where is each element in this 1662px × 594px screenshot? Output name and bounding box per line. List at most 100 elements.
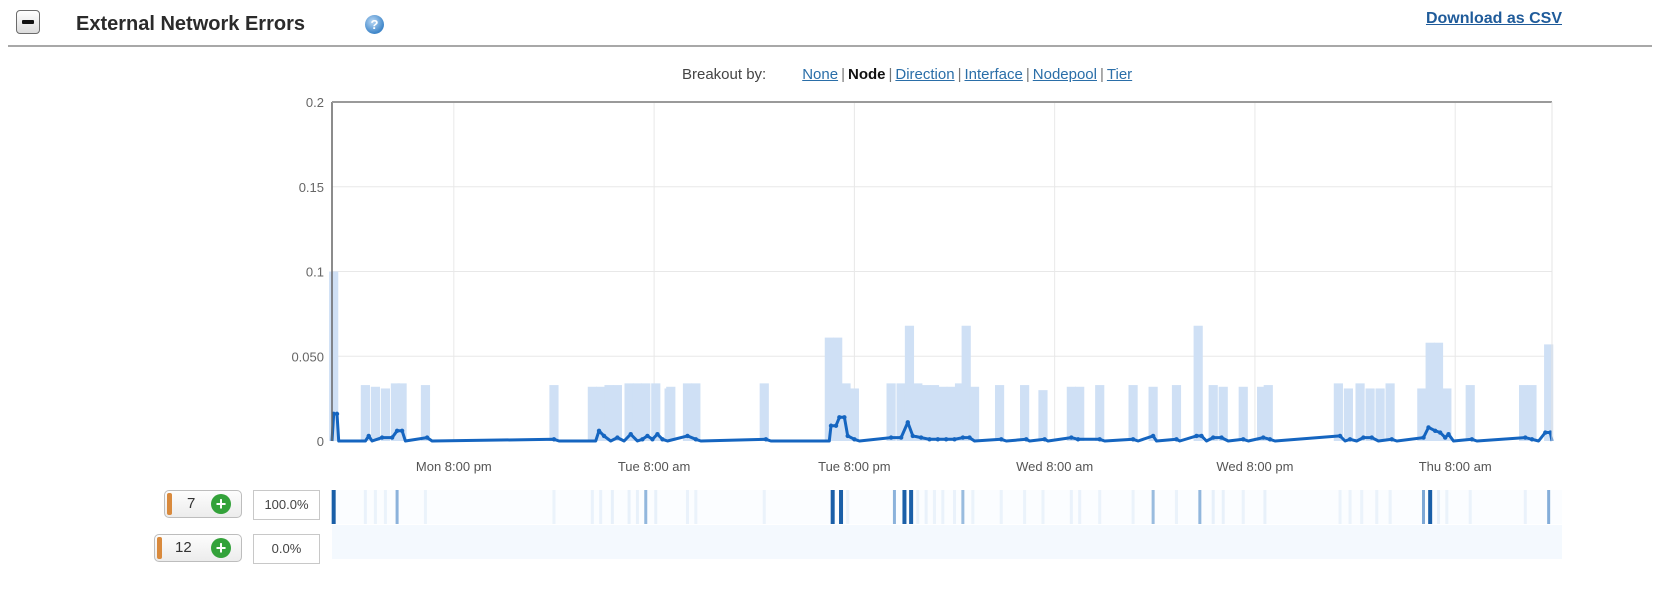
total-bar bbox=[1193, 325, 1203, 441]
total-bar bbox=[886, 383, 896, 441]
total-bar bbox=[961, 325, 971, 441]
x-tick-label: Wed 8:00 am bbox=[1016, 459, 1093, 474]
y-tick-label: 0.15 bbox=[299, 180, 324, 195]
heatmap-cell bbox=[1338, 490, 1342, 524]
y-tick-label: 0.1 bbox=[306, 265, 324, 280]
node-7-point bbox=[1361, 435, 1366, 440]
heatmap-cell bbox=[1348, 490, 1352, 524]
node-chip[interactable]: 12 + bbox=[154, 534, 242, 562]
total-bar bbox=[849, 388, 859, 441]
node-7-point bbox=[379, 435, 385, 440]
node-7-point bbox=[888, 435, 894, 440]
node-7-point bbox=[967, 435, 972, 440]
node-7-point bbox=[685, 433, 690, 439]
total-bar bbox=[604, 385, 614, 441]
heatmap-cell bbox=[1098, 490, 1102, 524]
heatmap-cell bbox=[1041, 490, 1045, 524]
node-7-point bbox=[693, 437, 699, 442]
node-7-point bbox=[394, 428, 400, 434]
heatmap-cell bbox=[892, 490, 896, 524]
add-node-icon[interactable]: + bbox=[211, 538, 231, 558]
heatmap-cell bbox=[1198, 490, 1202, 524]
y-tick-label: 0.050 bbox=[291, 349, 324, 364]
total-bar bbox=[651, 383, 661, 441]
heatmap-cell bbox=[961, 490, 965, 524]
node-7-point bbox=[1523, 435, 1528, 440]
heatmap-cell bbox=[941, 490, 945, 524]
total-bar bbox=[946, 386, 956, 441]
node-7-point bbox=[1389, 437, 1394, 442]
heatmap-cell bbox=[924, 490, 928, 524]
node-7-point bbox=[640, 437, 645, 442]
node-chip[interactable]: 7 + bbox=[164, 490, 242, 518]
node-7-point bbox=[399, 428, 405, 434]
total-bar bbox=[1208, 385, 1218, 441]
total-bar bbox=[1171, 385, 1182, 441]
node-7-point bbox=[1069, 435, 1074, 440]
node-7-point bbox=[943, 437, 949, 442]
heatmap-cell bbox=[1078, 490, 1082, 524]
node-color-swatch bbox=[157, 537, 162, 559]
total-bar bbox=[1263, 385, 1273, 441]
total-bar bbox=[360, 385, 370, 441]
heatmap-cell bbox=[1023, 490, 1027, 524]
node-percent: 100.0% bbox=[253, 490, 320, 520]
node-7-point bbox=[1432, 428, 1438, 434]
total-bar bbox=[664, 388, 674, 441]
node-7-point bbox=[389, 435, 395, 440]
heatmap-cell bbox=[1428, 490, 1433, 524]
node-7-point bbox=[334, 411, 340, 417]
heatmap-cell bbox=[599, 490, 603, 524]
total-bar bbox=[969, 386, 980, 441]
total-bar bbox=[1375, 388, 1385, 441]
node-7-point bbox=[601, 433, 607, 439]
heatmap-cell bbox=[1547, 490, 1551, 524]
total-bar bbox=[1465, 385, 1475, 441]
total-bar bbox=[641, 383, 651, 441]
node-7-point bbox=[1543, 430, 1548, 435]
total-bar bbox=[1519, 385, 1529, 441]
x-axis-ticks: Mon 8:00 pm Tue 8:00 am Tue 8:00 pm Wed 8:0… bbox=[416, 459, 1492, 474]
node-7-point bbox=[1446, 432, 1451, 437]
node-7-point bbox=[366, 433, 371, 439]
heatmap-cell bbox=[971, 490, 975, 524]
node-7-point bbox=[1469, 437, 1475, 442]
heatmap-cell bbox=[909, 490, 914, 524]
node-7-point bbox=[828, 423, 834, 428]
total-bar bbox=[1355, 383, 1365, 441]
x-tick-label: Mon 8:00 pm bbox=[416, 459, 492, 474]
node-percent: 0.0% bbox=[253, 534, 320, 564]
node-7-point bbox=[918, 435, 924, 440]
total-bar bbox=[1385, 383, 1395, 441]
node-7-point bbox=[960, 435, 966, 440]
total-bar bbox=[380, 388, 390, 441]
total-bar bbox=[1038, 390, 1048, 441]
node-7-point bbox=[1261, 435, 1266, 440]
heatmap-cell bbox=[1437, 490, 1441, 524]
node-7-point bbox=[952, 437, 957, 442]
node-7-point bbox=[1421, 435, 1426, 440]
node-7-point bbox=[1150, 433, 1156, 439]
total-bar bbox=[691, 383, 701, 441]
node-7-point bbox=[660, 437, 665, 442]
node-7-point bbox=[1174, 437, 1179, 442]
total-bar bbox=[1075, 386, 1085, 441]
node-7-point bbox=[424, 435, 430, 440]
total-bar bbox=[1128, 385, 1138, 441]
heatmap-cell bbox=[830, 490, 835, 524]
total-bar bbox=[759, 383, 769, 441]
node-id: 7 bbox=[187, 495, 196, 512]
total-bar bbox=[1218, 386, 1228, 441]
heatmap-cell bbox=[552, 490, 556, 524]
heatmap-cell bbox=[1468, 490, 1472, 524]
total-bar bbox=[587, 386, 597, 441]
errors-chart: 0 0.050 0.1 0.15 0.2 Mon 8:00 pm Tue 8:00 am T… bbox=[291, 95, 1562, 559]
node-7-point bbox=[1267, 437, 1273, 442]
node-7-point bbox=[615, 435, 620, 440]
node-7-point bbox=[1337, 433, 1343, 439]
add-node-icon[interactable]: + bbox=[211, 494, 231, 514]
y-axis-ticks: 0 0.050 0.1 0.15 0.2 bbox=[291, 95, 324, 449]
node-7-point bbox=[1199, 433, 1204, 439]
node-7-point bbox=[645, 433, 650, 439]
node-7-point bbox=[1369, 435, 1374, 440]
